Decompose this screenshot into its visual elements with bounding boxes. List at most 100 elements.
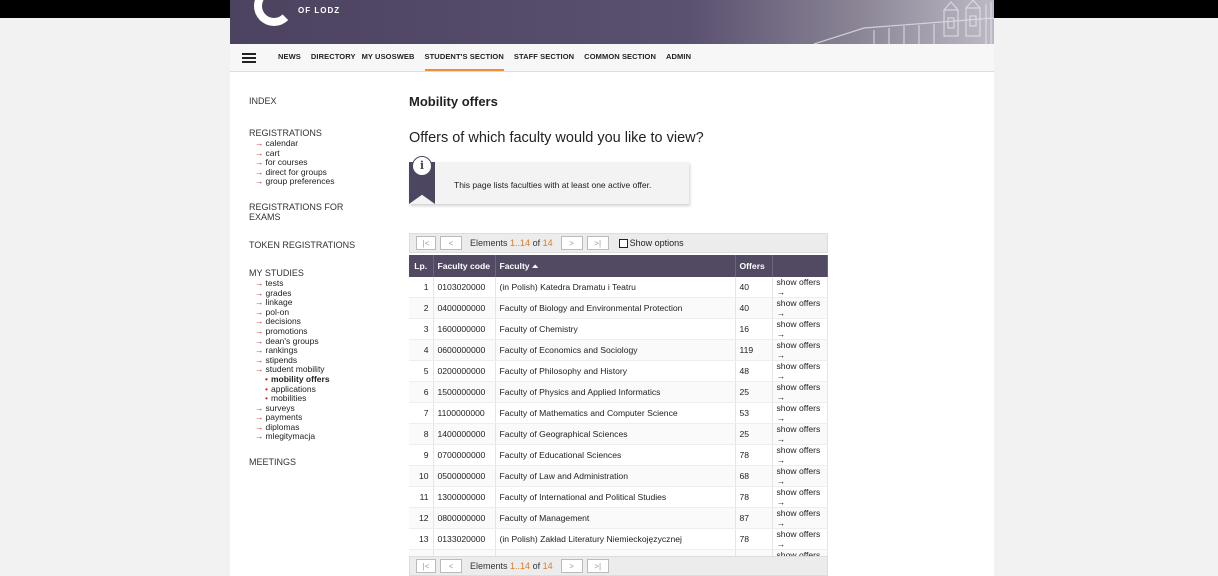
header-faculty-code[interactable]: Faculty code [433, 255, 496, 277]
sidebar-link-label[interactable]: surveys [266, 403, 295, 413]
arrow-right-icon[interactable]: → [777, 371, 786, 381]
nav-item-news[interactable]: NEWS [278, 44, 301, 71]
sidebar-link-label[interactable]: dean's groups [266, 336, 319, 346]
sidebar-link-label[interactable]: rankings [266, 345, 298, 355]
sidebar-link-label[interactable]: linkage [266, 297, 293, 307]
show-offers-label[interactable]: show offers [777, 445, 821, 455]
show-offers-link[interactable]: show offers → [772, 339, 828, 361]
table-row: 1 0103020000 (in Polish) Katedra Dramatu i… [409, 277, 828, 298]
info-text: This page lists faculties with at least … [454, 180, 652, 190]
sidebar-my-studies[interactable]: MY STUDIES [249, 268, 369, 278]
show-offers-link[interactable]: show offers → [772, 402, 828, 424]
sidebar-link-label[interactable]: calendar [266, 138, 299, 148]
show-offers-label[interactable]: show offers [777, 466, 821, 476]
sidebar-index[interactable]: INDEX [249, 96, 369, 106]
arrow-right-icon[interactable]: → [777, 455, 786, 465]
show-offers-link[interactable]: show offers → [772, 465, 828, 487]
sidebar-link-label[interactable]: mlegitymacja [266, 431, 316, 442]
offers-count-cell: 78 [735, 444, 773, 466]
sidebar-link-label[interactable]: stipends [266, 355, 298, 365]
sidebar-subitem-label[interactable]: mobility offers [271, 374, 330, 384]
sidebar-item-group-preferences[interactable]: → group preferences [249, 177, 369, 187]
arrow-right-icon[interactable]: → [777, 413, 786, 423]
show-offers-link[interactable]: show offers → [772, 297, 828, 319]
nav-item-staff-section[interactable]: STAFF SECTION [514, 44, 574, 71]
arrow-right-icon[interactable]: → [777, 329, 786, 339]
sidebar-link-label[interactable]: pol-on [266, 307, 290, 317]
arrow-right-icon[interactable]: → [777, 392, 786, 402]
show-offers-label[interactable]: show offers [777, 403, 821, 413]
arrow-right-icon[interactable]: → [777, 308, 786, 318]
show-offers-link[interactable]: show offers → [772, 381, 828, 403]
university-logo[interactable] [254, 0, 294, 26]
sidebar-link-label[interactable]: cart [266, 148, 280, 158]
sidebar-link-label[interactable]: promotions [266, 326, 308, 336]
show-offers-label[interactable]: show offers [777, 277, 821, 287]
arrow-right-icon[interactable]: → [777, 518, 786, 528]
sidebar-link-label[interactable]: tests [266, 278, 284, 288]
sidebar-link-label[interactable]: student mobility [266, 364, 325, 375]
show-offers-label[interactable]: show offers [777, 508, 821, 518]
show-offers-link[interactable]: show offers → [772, 360, 828, 382]
show-offers-link[interactable]: show offers → [772, 318, 828, 340]
sort-asc-icon[interactable]: ⏶ [532, 262, 538, 271]
arrow-right-icon[interactable]: → [777, 287, 786, 297]
menu-icon[interactable] [242, 51, 256, 65]
show-offers-label[interactable]: show offers [777, 529, 821, 539]
sidebar-registrations-exams-2[interactable]: EXAMS [249, 212, 369, 222]
sidebar-link-label[interactable]: decisions [266, 316, 301, 327]
show-offers-label[interactable]: show offers [777, 382, 821, 392]
last-page-button-bottom[interactable]: >| [586, 559, 609, 573]
sidebar-link-label[interactable]: direct for groups [266, 167, 327, 177]
show-offers-label[interactable]: show offers [777, 361, 821, 371]
show-offers-label[interactable]: show offers [777, 298, 821, 308]
sidebar-item-mlegitymacja[interactable]: → mlegitymacja [249, 432, 369, 442]
sidebar-link-label[interactable]: for courses [266, 157, 308, 167]
nav-item-admin[interactable]: ADMIN [666, 44, 691, 71]
show-offers-link[interactable]: show offers → [772, 528, 828, 550]
show-options-checkbox[interactable]: Show options [618, 238, 684, 248]
arrow-right-icon[interactable]: → [777, 476, 786, 486]
arrow-right-icon: → [255, 176, 264, 187]
sidebar-registrations-exams-1[interactable]: REGISTRATIONS FOR [249, 202, 369, 212]
show-options-label[interactable]: Show options [630, 238, 684, 248]
sidebar-link-label[interactable]: group preferences [266, 176, 335, 187]
last-page-button[interactable]: >| [586, 236, 609, 250]
arrow-right-icon[interactable]: → [777, 350, 786, 360]
sidebar-meetings[interactable]: MEETINGS [249, 457, 369, 467]
show-offers-link[interactable]: show offers → [772, 444, 828, 466]
sidebar-subitem-label[interactable]: applications [271, 384, 316, 394]
nav-item-student-s-section[interactable]: STUDENT'S SECTION [424, 44, 504, 71]
sidebar-link-label[interactable]: diplomas [266, 422, 300, 432]
nav-item-common-section[interactable]: COMMON SECTION [584, 44, 656, 71]
show-offers-link[interactable]: show offers → [772, 423, 828, 445]
arrow-right-icon[interactable]: → [777, 434, 786, 444]
sidebar-registrations[interactable]: REGISTRATIONS [249, 128, 369, 138]
show-offers-link[interactable]: show offers → [772, 486, 828, 508]
sidebar-link-label[interactable]: grades [266, 288, 292, 298]
arrow-right-icon[interactable]: → [777, 539, 786, 549]
header-offers[interactable]: Offers [735, 255, 773, 277]
first-page-button[interactable]: |< [416, 236, 436, 250]
row-number: 4 [409, 339, 434, 361]
checkbox-icon[interactable] [618, 238, 628, 248]
first-page-button-bottom[interactable]: |< [416, 559, 436, 573]
next-page-button[interactable]: > [560, 236, 583, 250]
show-offers-link[interactable]: show offers → [772, 507, 828, 529]
next-page-button-bottom[interactable]: > [560, 559, 583, 573]
prev-page-button-bottom[interactable]: < [440, 559, 462, 573]
nav-item-my-usosweb[interactable]: MY USOSWEB [362, 44, 415, 71]
header-faculty-label[interactable]: Faculty [500, 261, 530, 271]
show-offers-label[interactable]: show offers [777, 424, 821, 434]
show-offers-link[interactable]: show offers → [772, 277, 828, 298]
prev-page-button[interactable]: < [440, 236, 462, 250]
sidebar-subitem-label[interactable]: mobilities [271, 393, 306, 403]
show-offers-label[interactable]: show offers [777, 319, 821, 329]
sidebar-link-label[interactable]: payments [266, 412, 303, 422]
show-offers-label[interactable]: show offers [777, 340, 821, 350]
sidebar-token-registrations[interactable]: TOKEN REGISTRATIONS [249, 240, 369, 250]
arrow-right-icon[interactable]: → [777, 497, 786, 507]
header-faculty[interactable]: Faculty ⏶ [495, 255, 736, 277]
nav-item-directory[interactable]: DIRECTORY [311, 44, 356, 71]
show-offers-label[interactable]: show offers [777, 487, 821, 497]
